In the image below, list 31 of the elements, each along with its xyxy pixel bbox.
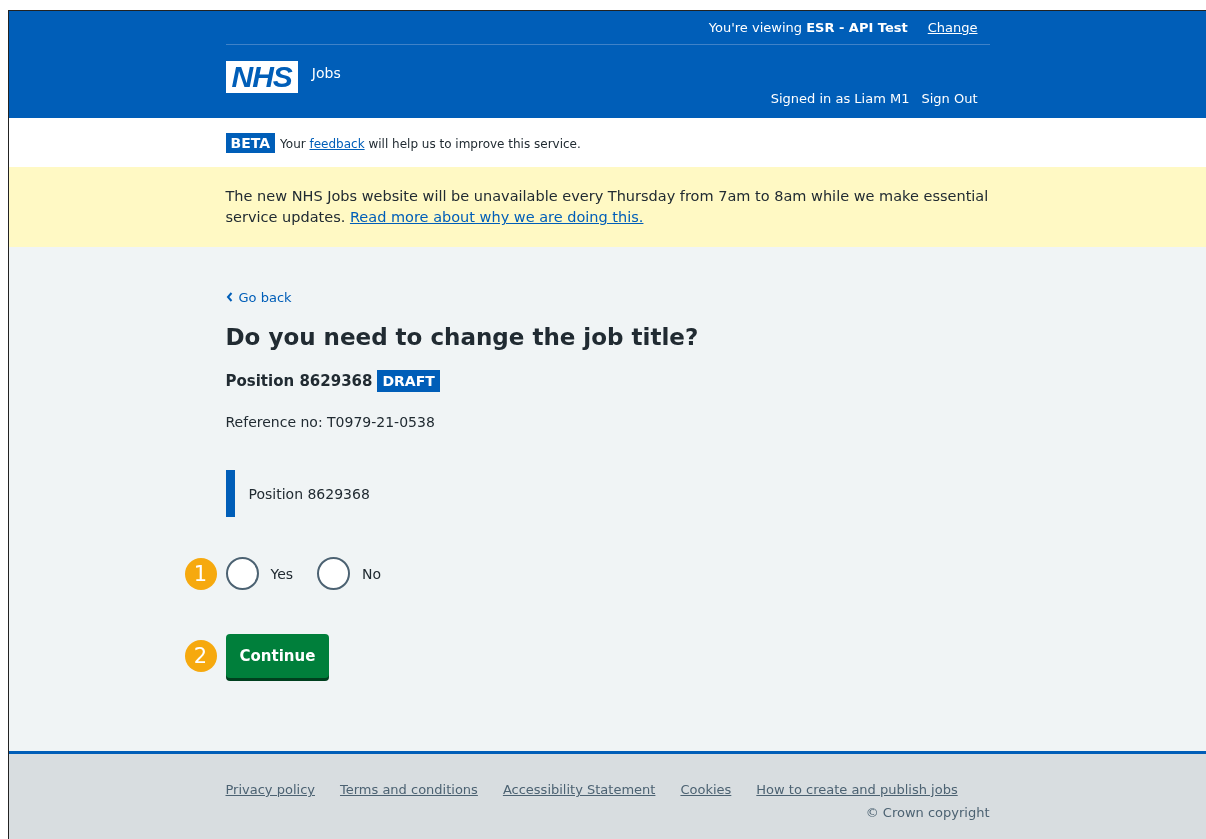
back-link[interactable]: Go back [225,289,292,305]
nhs-logo[interactable]: NHS [225,61,298,93]
step-number: 2 [184,640,217,672]
read-more-link[interactable]: Read more about why we are doing this. [349,209,644,225]
radio-option[interactable]: No [317,557,382,590]
radio-circle[interactable] [225,557,259,590]
footer-link[interactable]: Privacy policy [225,782,315,797]
footer-link[interactable]: Cookies [680,782,732,797]
sign-out-link[interactable]: Sign Out [921,91,978,106]
inset-text: Position 8629368 [225,470,990,517]
beta-tag: BETA [225,133,276,153]
position-title: Position 8629368 [225,372,373,390]
radio-circle[interactable] [317,557,351,590]
page-heading: Do you need to change the job title? [225,324,700,350]
signed-in-text: Signed in as Liam M1 [770,91,910,106]
footer-link[interactable]: Terms and conditions [340,782,478,797]
notice-text: The new NHS Jobs website will be unavailable every Thursday from 7am to 8am while we make essential service updates. Read more about why we are doing this. [225,187,990,227]
continue-button[interactable]: Continue [225,634,330,678]
viewing-label: You're viewing ESR - API Test [708,20,908,35]
change-link[interactable]: Change [927,20,978,35]
feedback-text: Your feedback will help us to improve this service. [280,137,581,151]
chevron-left-icon [225,292,233,302]
feedback-link[interactable]: feedback [309,137,365,151]
footer-link[interactable]: Accessibility Statement [502,782,656,797]
copyright-text: © Crown copyright [865,805,990,820]
radio-option[interactable]: Yes [225,557,294,590]
service-name: Jobs [311,65,341,81]
step-number: 1 [184,557,217,590]
footer-link[interactable]: How to create and publish jobs [756,782,958,797]
reference-number: Reference no: T0979-21-0538 [225,414,436,430]
status-tag: DRAFT [377,370,440,392]
